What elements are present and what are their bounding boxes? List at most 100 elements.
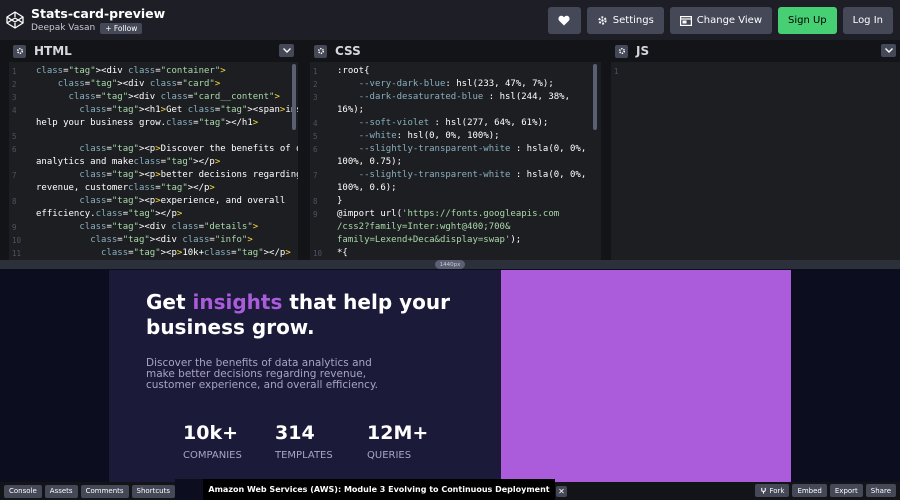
login-button[interactable]: Log In (842, 7, 893, 34)
code-line: 1:root{ (310, 65, 601, 78)
line-number: 4 (313, 119, 318, 128)
line-text: 100%, 0.6); (337, 183, 397, 193)
line-text: --dark-desaturated-blue : hsl(244, 38%, (358, 92, 571, 102)
code-line: efficiency.class="tag"></p> (9, 208, 298, 221)
stat-value: 10k+ (183, 422, 238, 444)
line-text: } (337, 196, 343, 206)
headline-accent: insights (192, 290, 283, 314)
css-settings-gear-icon[interactable] (314, 44, 327, 58)
signup-button[interactable]: Sign Up (778, 7, 837, 34)
code-line: 2 class="tag"><div class="card"> (9, 78, 298, 91)
html-pane-title: HTML (34, 44, 72, 58)
shortcuts-button[interactable]: Shortcuts (131, 484, 175, 498)
codepen-logo-icon[interactable] (6, 11, 24, 29)
html-collapse-chevron-down-icon[interactable] (279, 44, 294, 57)
line-number: 8 (12, 197, 17, 206)
like-button[interactable] (547, 7, 581, 34)
line-number: 6 (12, 145, 17, 154)
line-text: --slightly-transparent-white : hsla(0, 0… (358, 170, 587, 180)
code-line: 5 --white: hsl(0, 0%, 100%); (310, 130, 601, 143)
footer-actions: Fork Embed Export Share (752, 484, 896, 497)
code-line: 8 class="tag"><p>experience, and overall (9, 195, 298, 208)
code-line: help your business grow.class="tag"></h1… (9, 117, 298, 130)
console-button[interactable]: Console (4, 484, 42, 498)
code-line: 100%, 0.75); (310, 156, 601, 169)
stat-queries: 12M+ QUERIES (367, 422, 459, 461)
promo-close-icon[interactable]: ✕ (556, 486, 567, 497)
settings-button[interactable]: Settings (586, 7, 664, 34)
embed-button[interactable]: Embed (792, 484, 827, 497)
gear-icon (598, 16, 607, 25)
code-line: 4 class="tag"><h1>Get class="tag"><span>… (9, 104, 298, 117)
top-header: Stats-card-preview Deepak Vasan + Follow… (0, 0, 900, 40)
line-text: class="tag"><p>better decisions regardin… (79, 170, 298, 180)
line-number (310, 104, 337, 117)
stat-label: COMPANIES (183, 450, 242, 461)
change-view-button[interactable]: Change View (669, 7, 772, 34)
line-number: 11 (12, 249, 22, 258)
js-code[interactable]: 1 (611, 62, 900, 260)
preview-resize-bar[interactable]: 1440px (0, 260, 900, 269)
line-number: 1 (12, 67, 17, 76)
promo-banner[interactable]: Amazon Web Services (AWS): Module 3 Evol… (203, 479, 555, 500)
export-button[interactable]: Export (829, 484, 863, 497)
js-collapse-chevron-down-icon[interactable] (881, 44, 896, 57)
stats-row: 10k+ COMPANIES 314 TEMPLATES 12M+ QUERIE… (183, 422, 459, 461)
js-settings-gear-icon[interactable] (615, 44, 628, 58)
line-number: 10 (12, 236, 22, 245)
line-number: 8 (313, 197, 318, 206)
layout-icon (679, 15, 692, 26)
preview-width-badge: 1440px (435, 260, 465, 269)
settings-label: Settings (612, 15, 654, 26)
code-line: 1 class="tag"><div class="container"> (9, 65, 298, 78)
line-number: 3 (313, 93, 318, 102)
code-line: 11 class="tag"><p>10k+class="tag"></p> (9, 247, 298, 260)
line-text: class="tag"><h1>Get class="tag"><span>in… (79, 105, 298, 115)
line-text: class="tag"><p>10k+class="tag"></p> (101, 248, 291, 258)
heart-icon (558, 15, 570, 26)
line-text: :root{ (337, 66, 370, 76)
fork-button[interactable]: Fork (755, 484, 790, 497)
line-text: --white: hsl(0, 0%, 100%); (358, 131, 500, 141)
html-scrollbar[interactable] (292, 64, 296, 130)
css-scrollbar[interactable] (593, 64, 597, 130)
comments-button[interactable]: Comments (80, 484, 129, 498)
code-line: 3 class="tag"><div class="card__content"… (9, 91, 298, 104)
js-pane-title: JS (636, 44, 650, 58)
line-number (310, 234, 337, 247)
line-number (310, 156, 337, 169)
line-number (9, 182, 36, 195)
line-text: 100%, 0.75); (337, 157, 403, 167)
line-number (9, 156, 36, 169)
card-headline: Get insights that help your business gro… (146, 290, 466, 340)
assets-button[interactable]: Assets (44, 484, 78, 498)
share-button[interactable]: Share (865, 484, 896, 497)
code-line: 4 --soft-violet : hsl(277, 64%, 61%); (310, 117, 601, 130)
html-settings-gear-icon[interactable] (13, 44, 26, 58)
line-text: --very-dark-blue: hsl(233, 47%, 7%); (358, 79, 554, 89)
code-line: 6 --slightly-transparent-white : hsla(0,… (310, 143, 601, 156)
line-text: class="tag"><p>Discover the benefits of … (79, 144, 298, 154)
line-text: *{ (337, 248, 348, 258)
css-editor-pane: CSS 1:root{2 --very-dark-blue: hsl(233, … (310, 40, 601, 260)
pen-title[interactable]: Stats-card-preview (31, 6, 165, 21)
line-text: 16%); (337, 105, 365, 115)
code-line: 1 (611, 65, 900, 78)
code-line: 3 --dark-desaturated-blue : hsl(244, 38%… (310, 91, 601, 104)
follow-button[interactable]: + Follow (100, 22, 143, 34)
html-code[interactable]: 1 class="tag"><div class="container"> 2 cl… (9, 62, 298, 260)
line-text: class="tag"><div class="info"> (90, 235, 253, 245)
line-text: family=Lexend+Deca&display=swap'); (337, 235, 522, 245)
line-number: 6 (313, 145, 318, 154)
code-line: 5 (9, 130, 298, 143)
line-number: 10 (313, 249, 323, 258)
code-line: 6 class="tag"><p>Discover the benefits o… (9, 143, 298, 156)
css-code[interactable]: 1:root{2 --very-dark-blue: hsl(233, 47%,… (310, 62, 601, 260)
editors-area: HTML 1 class="tag"><div class="container"… (0, 40, 900, 260)
card-description: Discover the benefits of data analytics … (146, 357, 379, 391)
stat-templates: 314 TEMPLATES (275, 422, 367, 461)
line-text: @import url('https://fonts.googleapis.co… (337, 209, 560, 219)
css-pane-header: CSS (310, 40, 601, 62)
author-name[interactable]: Deepak Vasan (31, 23, 95, 33)
line-number (310, 182, 337, 195)
